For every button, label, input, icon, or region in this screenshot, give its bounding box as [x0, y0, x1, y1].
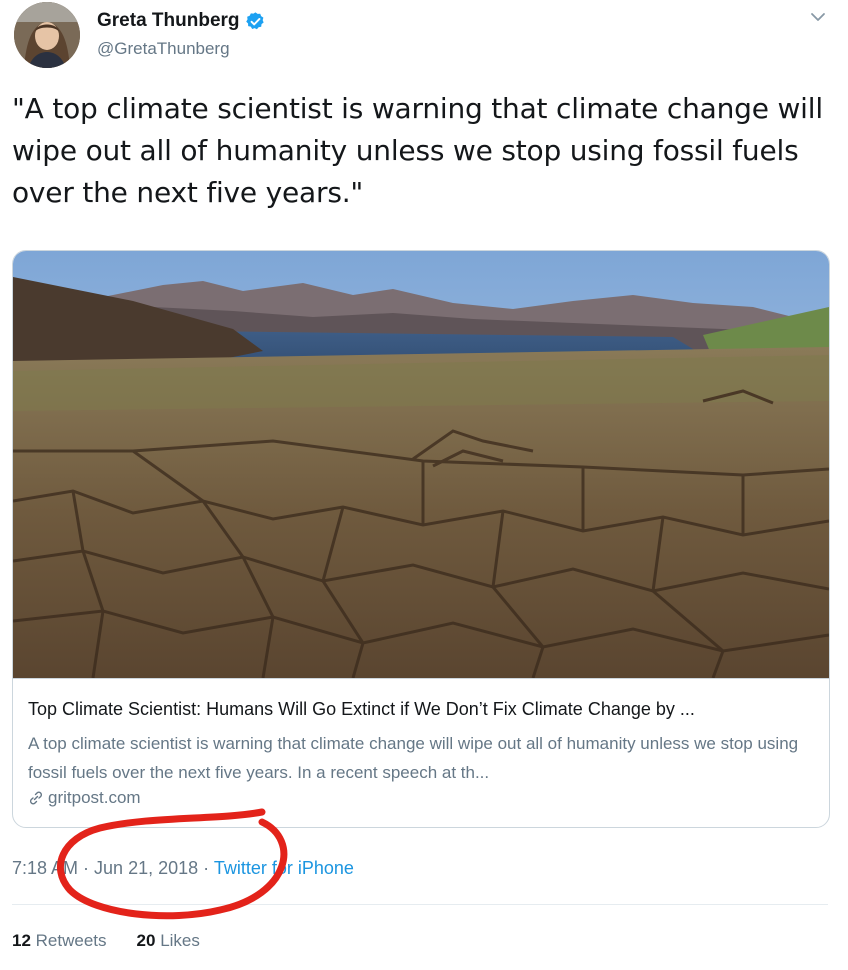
meta-separator: · [198, 858, 214, 878]
meta-separator: · [78, 858, 95, 878]
link-icon [29, 791, 43, 805]
author-display-name[interactable]: Greta Thunberg [97, 10, 240, 32]
tweet-date[interactable]: Jun 21, 2018 [94, 858, 198, 878]
retweets-count: 12 [12, 931, 31, 950]
likes-stat[interactable]: 20 Likes [137, 931, 200, 951]
tweet-time[interactable]: 7:18 AM [12, 858, 78, 878]
likes-count: 20 [136, 931, 156, 950]
likes-label: Likes [160, 931, 200, 950]
card-description: A top climate scientist is warning that … [28, 734, 799, 782]
chevron-down-icon[interactable] [810, 12, 826, 22]
cracked-dry-lakebed-photo [13, 251, 829, 678]
tweet-meta: 7:18 AM · Jun 21, 2018 · Twitter for iPh… [12, 858, 354, 879]
verified-badge-icon [245, 11, 264, 29]
card-meta[interactable]: Top Climate Scientist: Humans Will Go Ex… [13, 678, 829, 827]
tweet-stats: 12 Retweets 20 Likes [12, 931, 230, 951]
author-handle[interactable]: @GretaThunberg [97, 39, 230, 59]
retweets-stat[interactable]: 12 Retweets [12, 931, 107, 951]
avatar-image [14, 2, 80, 68]
link-card[interactable]: Top Climate Scientist: Humans Will Go Ex… [12, 250, 830, 828]
card-domain-text[interactable]: gritpost.com [48, 788, 141, 808]
tweet-text: "A top climate scientist is warning that… [12, 92, 823, 209]
card-domain[interactable]: gritpost.com [28, 788, 141, 808]
avatar[interactable] [14, 2, 80, 68]
card-title[interactable]: Top Climate Scientist: Humans Will Go Ex… [28, 699, 695, 720]
retweets-label: Retweets [35, 931, 107, 950]
tweet-source-link[interactable]: Twitter for iPhone [214, 858, 354, 878]
author-name-row[interactable]: Greta Thunberg [97, 10, 266, 32]
divider [12, 904, 828, 905]
